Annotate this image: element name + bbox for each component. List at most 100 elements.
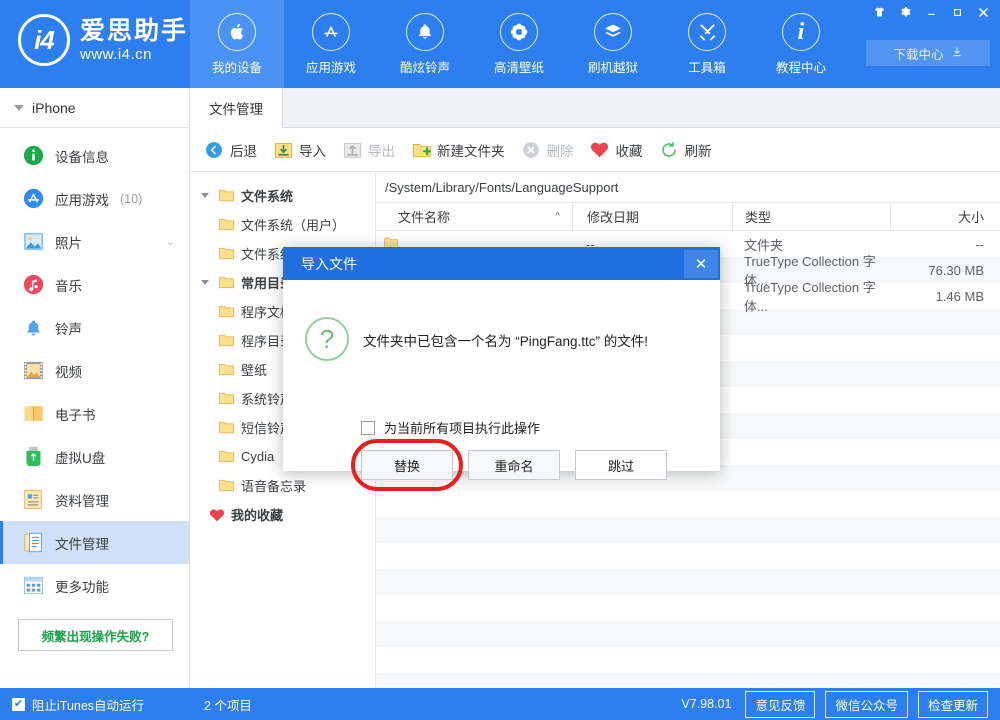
appstore-circle-icon — [22, 188, 44, 210]
block-itunes-checkbox[interactable]: ✔ — [12, 697, 25, 711]
new-folder-button-label: 新建文件夹 — [437, 143, 505, 159]
device-header[interactable]: iPhone — [0, 88, 189, 128]
folder-icon — [219, 189, 234, 202]
nav-flash-jailbreak[interactable]: 刷机越狱 — [566, 0, 660, 88]
replace-button[interactable]: 替换 — [361, 450, 453, 480]
sidebar-item-music[interactable]: 音乐 — [0, 263, 189, 306]
sidebar-item-label: 文件管理 — [55, 536, 109, 552]
back-button[interactable]: 后退 — [204, 140, 257, 160]
film-icon — [22, 360, 44, 382]
nav-ringtones[interactable]: 酷炫铃声 — [378, 0, 472, 88]
photo-icon — [22, 231, 44, 253]
expand-triangle-icon[interactable] — [198, 280, 212, 285]
tab-file-manage[interactable]: 文件管理 — [190, 88, 283, 128]
nav-label: 我的设备 — [211, 60, 262, 75]
close-icon[interactable] — [970, 2, 996, 22]
tab-label: 文件管理 — [209, 102, 263, 117]
sidebar: iPhone 设备信息 应用游戏 (10) 照片 ⌄ 音乐 铃声 视频 电子书 … — [0, 88, 190, 688]
question-glyph: ? — [319, 323, 335, 354]
nav-my-device[interactable]: 我的设备 — [190, 0, 284, 88]
music-icon — [22, 274, 44, 296]
sidebar-item-more-features[interactable]: 更多功能 — [0, 564, 189, 607]
import-button-label: 导入 — [299, 143, 326, 159]
sidebar-item-photos[interactable]: 照片 ⌄ — [0, 220, 189, 263]
column-header-type[interactable]: 类型 — [732, 203, 890, 230]
close-icon[interactable]: ✕ — [684, 249, 718, 278]
skin-icon[interactable] — [866, 2, 892, 22]
cell-type: TrueType Collection 字体... — [744, 280, 876, 314]
path-bar[interactable]: /System/Library/Fonts/LanguageSupport — [376, 173, 1000, 203]
expand-triangle-icon[interactable] — [198, 193, 212, 198]
column-header-date[interactable]: 修改日期 — [572, 203, 732, 230]
new-folder-icon — [411, 140, 431, 160]
maximize-icon[interactable] — [944, 2, 970, 22]
device-name: iPhone — [32, 99, 76, 116]
table-row-empty — [376, 673, 1000, 688]
settings-gear-icon[interactable] — [892, 2, 918, 22]
sidebar-item-ringtones[interactable]: 铃声 — [0, 306, 189, 349]
operation-failure-help-label: 频繁出现操作失败? — [41, 629, 150, 644]
tree-item-label: 我的收藏 — [231, 508, 284, 523]
operation-failure-help-button[interactable]: 频繁出现操作失败? — [18, 619, 173, 651]
sidebar-item-virtual-usb[interactable]: 虚拟U盘 — [0, 435, 189, 478]
rename-button[interactable]: 重命名 — [468, 450, 560, 480]
sidebar-item-data-manage[interactable]: 资料管理 — [0, 478, 189, 521]
wechat-official-button[interactable]: 微信公众号 — [825, 690, 908, 718]
delete-button: 删除 — [521, 140, 574, 160]
tree-item-my-favorites[interactable]: 我的收藏 — [190, 500, 375, 529]
sidebar-item-label: 更多功能 — [55, 579, 109, 595]
tree-item-voice-memos[interactable]: 语音备忘录 — [190, 471, 375, 500]
column-header-name[interactable]: 文件名称 ^ — [376, 203, 572, 230]
tree-item-filesystem-user[interactable]: 文件系统（用户） — [190, 210, 375, 239]
new-folder-button[interactable]: 新建文件夹 — [411, 140, 505, 160]
apply-to-all-checkbox[interactable]: 为当前所有项目执行此操作 — [361, 418, 540, 437]
feedback-button[interactable]: 意见反馈 — [745, 690, 816, 718]
nav-apps-games[interactable]: 应用游戏 — [284, 0, 378, 88]
info-circle-icon — [22, 145, 44, 167]
check-update-button[interactable]: 检查更新 — [917, 690, 988, 718]
sidebar-item-device-info[interactable]: 设备信息 — [0, 134, 189, 177]
heart-icon — [590, 140, 610, 160]
usb-icon — [22, 446, 44, 468]
flower-icon — [500, 12, 538, 51]
skip-button[interactable]: 跳过 — [575, 450, 667, 480]
question-mark-icon: ? — [305, 317, 349, 361]
refresh-button[interactable]: 刷新 — [659, 140, 712, 160]
cell-size: -- — [975, 236, 984, 252]
delete-button-label: 删除 — [546, 143, 574, 159]
import-button[interactable]: 导入 — [273, 140, 326, 160]
folder-icon — [219, 363, 234, 376]
sidebar-item-videos[interactable]: 视频 — [0, 349, 189, 392]
minimize-icon[interactable] — [918, 2, 944, 22]
nav-tutorial-center[interactable]: i 教程中心 — [754, 0, 848, 88]
import-icon — [273, 140, 293, 160]
block-itunes-bar[interactable]: ✔ 阻止iTunes自动运行 — [0, 688, 190, 720]
nav-wallpapers[interactable]: 高清壁纸 — [472, 0, 566, 88]
sidebar-item-ebooks[interactable]: 电子书 — [0, 392, 189, 435]
i4-logo-icon: i4 — [18, 14, 70, 66]
sidebar-item-label: 铃声 — [55, 321, 82, 337]
tree-item-filesystem[interactable]: 文件系统 — [190, 181, 375, 210]
table-row-empty — [376, 647, 1000, 673]
favorite-button[interactable]: 收藏 — [590, 140, 643, 160]
table-row-empty — [376, 569, 1000, 595]
rename-button-label: 重命名 — [494, 458, 534, 474]
checkmark-icon: ✔ — [13, 697, 24, 710]
folder-icon — [219, 450, 234, 463]
table-row-empty — [376, 621, 1000, 647]
favorite-button-label: 收藏 — [615, 143, 643, 159]
chevron-down-icon[interactable]: ⌄ — [166, 235, 175, 248]
current-path: /System/Library/Fonts/LanguageSupport — [385, 180, 619, 195]
grid-icon — [22, 575, 44, 597]
sidebar-item-apps-games[interactable]: 应用游戏 (10) — [0, 177, 189, 220]
docs-icon — [22, 489, 44, 511]
download-center-button[interactable]: 下载中心 — [866, 40, 990, 66]
sidebar-item-label: 设备信息 — [55, 149, 109, 165]
item-count: 2 个项目 — [204, 698, 252, 713]
column-header-size[interactable]: 大小 — [890, 203, 1000, 230]
nav-toolbox[interactable]: 工具箱 — [660, 0, 754, 88]
refresh-icon — [659, 140, 679, 160]
sidebar-item-file-manage[interactable]: 文件管理 — [0, 521, 189, 564]
sidebar-item-label: 应用游戏 — [55, 192, 109, 208]
folder-icon — [219, 334, 234, 347]
